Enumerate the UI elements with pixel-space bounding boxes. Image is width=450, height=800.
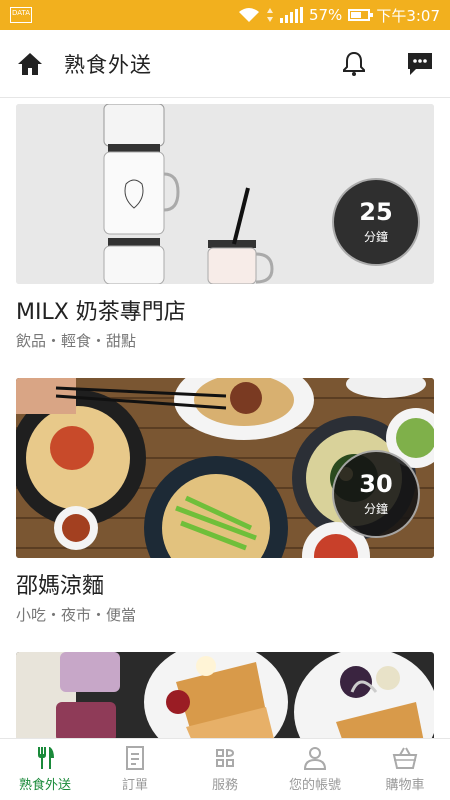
data-transfer-icon [266,8,273,22]
signal-icon [279,7,303,23]
delivery-time-badge: 25 分鐘 [332,178,420,266]
restaurant-list: 25 分鐘 MILX 奶茶專門店 飲品・輕食・甜點 30 分鐘 邵媽涼麵 小吃・… [0,98,450,738]
page-title: 熟食外送 [64,52,152,77]
restaurant-card[interactable] [16,652,434,738]
tab-food-delivery[interactable]: 熟食外送 [0,739,90,800]
app-bar: 熟食外送 [0,30,450,98]
receipt-icon [126,746,144,770]
battery-icon [348,9,374,21]
restaurant-name[interactable]: 邵媽涼麵 [16,568,434,600]
status-bar: DATA 57% 下午3:07 [0,0,450,30]
wifi-icon [238,8,259,22]
restaurant-tags: 小吃・夜市・便當 [16,606,137,624]
user-icon [303,747,327,770]
tab-orders[interactable]: 訂單 [90,739,180,800]
tab-cart[interactable]: 購物車 [360,739,450,800]
restaurant-name[interactable]: MILX 奶茶專門店 [16,294,434,326]
clock: 下午3:07 [376,6,440,25]
restaurant-image[interactable] [16,652,434,738]
restaurant-card[interactable]: 25 分鐘 MILX 奶茶專門店 飲品・輕食・甜點 [16,104,434,351]
bottom-tab-bar: 熟食外送 訂單 服務 您的帳號 購物車 [0,738,450,800]
services-icon [216,748,235,767]
delivery-time-badge: 30 分鐘 [332,450,420,538]
home-icon[interactable] [16,51,44,77]
restaurant-image[interactable]: 25 分鐘 [16,104,434,284]
battery-percent: 57% [308,6,343,24]
tab-account[interactable]: 您的帳號 [270,739,360,800]
basket-icon [392,747,418,769]
chat-icon[interactable] [406,51,434,77]
restaurant-image[interactable]: 30 分鐘 [16,378,434,558]
bell-icon[interactable] [342,51,366,77]
restaurant-tags: 飲品・輕食・甜點 [16,332,137,350]
restaurant-card[interactable]: 30 分鐘 邵媽涼麵 小吃・夜市・便當 [16,378,434,625]
tab-services[interactable]: 服務 [180,739,270,800]
data-indicator: DATA [10,7,32,23]
fork-knife-icon [38,747,54,769]
